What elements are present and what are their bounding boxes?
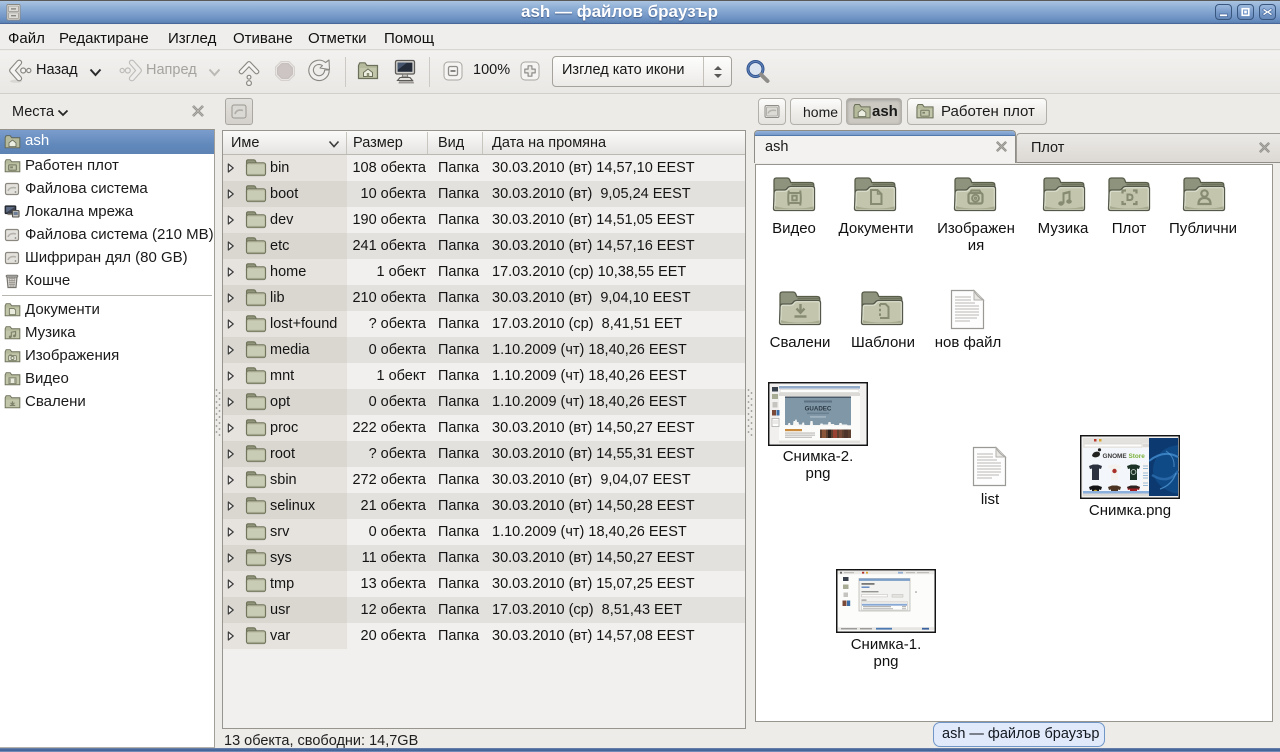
svg-text:Store: Store [1129, 453, 1146, 460]
svg-text:GNOME: GNOME [1103, 453, 1128, 460]
svg-text:GUADEC: GUADEC [805, 406, 832, 413]
